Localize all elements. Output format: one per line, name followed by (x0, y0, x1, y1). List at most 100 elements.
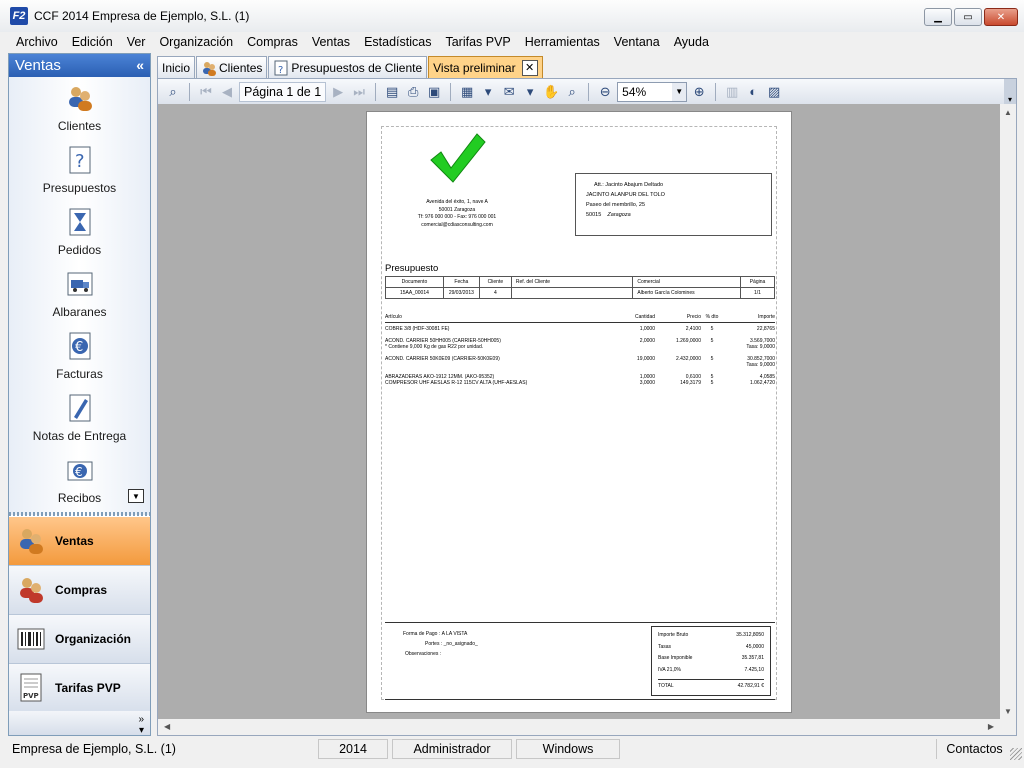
group-tarifas[interactable]: PVP Tarifas PVP (9, 664, 150, 713)
document-title: Presupuesto (385, 263, 439, 274)
minimize-button[interactable]: ▁ (924, 8, 952, 26)
menu-herramientas[interactable]: Herramientas (518, 35, 607, 49)
menu-organizacion[interactable]: Organización (152, 35, 240, 49)
sidebar-splitter[interactable] (9, 512, 150, 516)
document-page: Avenida del éxito, 1, nave A 50001 Zarag… (366, 111, 792, 713)
menu-bar: Archivo Edición Ver Organización Compras… (0, 32, 1024, 52)
menu-ventas[interactable]: Ventas (305, 35, 357, 49)
tab-label: Inicio (162, 60, 191, 75)
quick-print-icon[interactable]: ▣ (425, 83, 443, 101)
table-row: * Contiene 9,000 Kg de gas R22 por unida… (385, 344, 775, 350)
document-footer: Forma de Pago : A LA VISTA Portes : _no_… (385, 622, 775, 700)
export-icon[interactable]: ▦ (458, 83, 476, 101)
sidebar: Ventas « Clientes ? Presupuestos Pedidos (8, 53, 151, 736)
pen-icon (65, 393, 95, 423)
sidebar-item-label: Presupuestos (42, 181, 117, 195)
chevron-down-icon: ▼ (672, 82, 687, 101)
close-tab-icon[interactable]: ✕ (521, 59, 538, 76)
price-list-icon: PVP (15, 672, 47, 704)
sidebar-item-albaranes[interactable]: Albaranes (9, 263, 150, 325)
sidebar-item-label: Clientes (57, 119, 102, 133)
menu-archivo[interactable]: Archivo (0, 35, 65, 49)
email-icon[interactable]: ✉ (500, 83, 518, 101)
menu-edicion[interactable]: Edición (65, 35, 120, 49)
sidebar-item-facturas[interactable]: € Facturas (9, 325, 150, 387)
prev-page-icon[interactable]: ◀ (218, 83, 236, 101)
totals-box: Importe Bruto 35.312,8050 Tasas 45,0000 Ba… (651, 626, 771, 696)
hand-tool-icon[interactable]: ✋ (542, 83, 560, 101)
sidebar-item-notas[interactable]: Notas de Entrega (9, 387, 150, 449)
tab-vista-preliminar[interactable]: Vista preliminar ✕ (428, 56, 543, 78)
background-color-icon[interactable]: ◐ (744, 83, 762, 101)
title-bar: F2 CCF 2014 Empresa de Ejemplo, S.L. (1)… (0, 0, 1024, 32)
status-year: 2014 (318, 739, 388, 759)
sidebar-item-presupuestos[interactable]: ? Presupuestos (9, 139, 150, 201)
close-window-button[interactable]: ✕ (984, 8, 1018, 26)
print-icon[interactable]: ⎙ (404, 83, 422, 101)
svg-text:?: ? (278, 65, 283, 76)
sidebar-scroll-down-button[interactable]: ▼ (128, 489, 144, 503)
payment-info: Forma de Pago : A LA VISTA Portes : _no_… (403, 631, 478, 657)
menu-compras[interactable]: Compras (240, 35, 305, 49)
tab-inicio[interactable]: Inicio (157, 56, 196, 78)
first-page-icon[interactable]: ⏮ (197, 83, 215, 101)
group-organizacion[interactable]: Organización (9, 615, 150, 664)
zoom-out-icon[interactable]: ⊖ (596, 83, 614, 101)
euro-invoice-icon: € (65, 331, 95, 361)
menu-estadisticas[interactable]: Estadísticas (357, 35, 438, 49)
document-tabs: Inicio Clientes ? Presupuestos de Client… (157, 56, 544, 78)
toolbar-overflow-icon[interactable]: ▾ (1004, 79, 1016, 104)
clients-icon (203, 61, 217, 76)
status-company: Empresa de Ejemplo, S.L. (1) (12, 742, 176, 756)
ventas-group-icon (15, 525, 47, 557)
tab-label: Clientes (219, 60, 263, 75)
sidebar-item-clientes[interactable]: Clientes (9, 77, 150, 139)
truck-icon (65, 269, 95, 299)
sidebar-groups: Ventas Compras Organización PVP Tarifas … (9, 517, 150, 713)
tab-label: Presupuestos de Cliente (291, 60, 423, 75)
svg-text:€: € (75, 465, 83, 479)
multipage-icon[interactable]: ▥ (723, 83, 741, 101)
sidebar-item-pedidos[interactable]: Pedidos (9, 201, 150, 263)
hourglass-icon (65, 207, 95, 237)
lines-header: Artículo Cantidad Precio % dto Importe (385, 314, 775, 323)
group-label: Organización (55, 632, 132, 646)
tab-presupuestos[interactable]: ? Presupuestos de Cliente (268, 56, 428, 78)
page-setup-icon[interactable]: ▤ (383, 83, 401, 101)
zoom-in-icon[interactable]: ⊕ (690, 83, 708, 101)
group-compras[interactable]: Compras (9, 566, 150, 615)
client-address-box: Att.: Jacinto Abajum Deltado JACINTO ALA… (575, 173, 772, 236)
preview-canvas: Avenida del éxito, 1, nave A 50001 Zarag… (158, 104, 1000, 720)
export-dropdown-icon[interactable]: ▾ (479, 83, 497, 101)
next-page-icon[interactable]: ▶ (329, 83, 347, 101)
menu-ver[interactable]: Ver (120, 35, 153, 49)
clients-icon (65, 83, 95, 113)
sidebar-config-button[interactable]: » ▾ (9, 711, 150, 736)
sidebar-item-list: Clientes ? Presupuestos Pedidos Albarane… (9, 77, 150, 515)
group-ventas[interactable]: Ventas (9, 517, 150, 566)
email-dropdown-icon[interactable]: ▾ (521, 83, 539, 101)
zoom-select[interactable]: 54% ▼ (617, 81, 688, 102)
menu-ayuda[interactable]: Ayuda (667, 35, 716, 49)
vertical-scrollbar[interactable]: ▲ ▼ (1000, 104, 1016, 720)
company-address: Avenida del éxito, 1, nave A 50001 Zarag… (417, 199, 497, 228)
magnifier-icon[interactable]: ⌕ (563, 83, 581, 101)
barcode-icon (15, 623, 47, 655)
sidebar-item-label: Pedidos (57, 243, 102, 257)
find-icon[interactable]: ⌕ (164, 83, 182, 101)
document-lines: Artículo Cantidad Precio % dto Importe C… (385, 314, 775, 387)
resize-grip[interactable] (1010, 748, 1022, 760)
watermark-icon[interactable]: ▨ (765, 83, 783, 101)
tab-label: Vista preliminar (433, 60, 516, 75)
menu-tarifas[interactable]: Tarifas PVP (438, 35, 517, 49)
contacts-button[interactable]: Contactos (936, 739, 1012, 759)
status-bar: Empresa de Ejemplo, S.L. (1) 2014 Admini… (0, 738, 1024, 760)
maximize-button[interactable]: ▭ (954, 8, 982, 26)
table-row: Tasa: 9,0000 (746, 362, 775, 368)
collapse-sidebar-icon[interactable]: « (136, 57, 144, 73)
svg-text:€: € (75, 340, 83, 355)
tab-clientes[interactable]: Clientes (196, 56, 268, 78)
menu-ventana[interactable]: Ventana (607, 35, 667, 49)
horizontal-scrollbar[interactable]: ◀ ▶ (158, 719, 1016, 735)
last-page-icon[interactable]: ⏭ (350, 83, 368, 101)
